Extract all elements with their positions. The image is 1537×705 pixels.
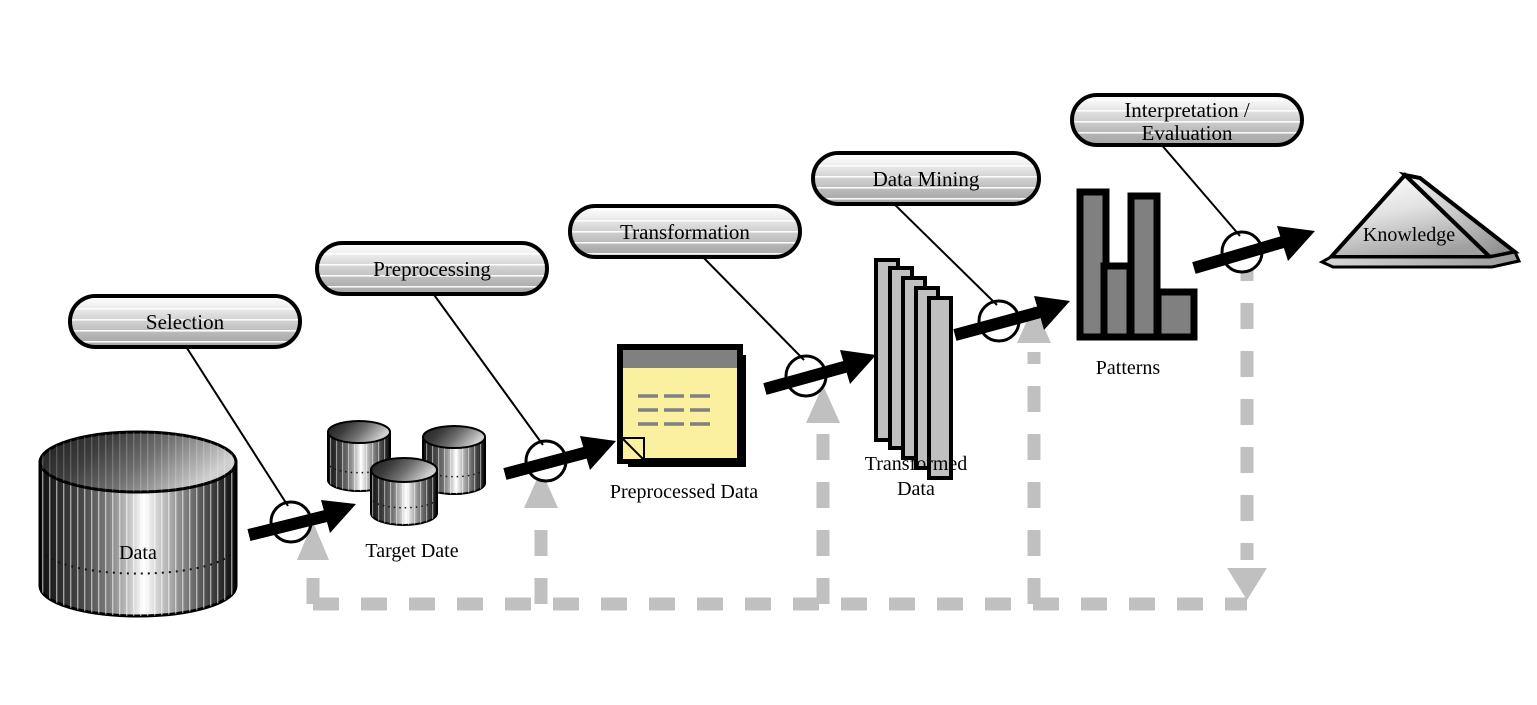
data-cylinder-label: Data (119, 542, 157, 564)
stage-capsule-interpretation[interactable]: Interpretation / Evaluation (1070, 93, 1304, 147)
transformed-data-stack: Transformed Data (865, 258, 968, 500)
kdd-process-diagram: Data Target Date Preprocessed Data Trans… (0, 0, 1537, 705)
data-cylinder-top-stripes (40, 432, 236, 492)
patterns-bar-4 (1154, 288, 1198, 341)
knowledge-label: Knowledge (1363, 224, 1455, 246)
target-cylinder-left-top (327, 420, 391, 444)
stage-label-selection: Selection (146, 310, 225, 334)
patterns-bar-2 (1100, 262, 1134, 341)
transformed-data-label-line2: Data (897, 478, 935, 500)
transformed-sheet-5 (927, 296, 953, 480)
patterns-label: Patterns (1096, 357, 1161, 379)
stage-capsule-selection[interactable]: Selection (68, 294, 302, 349)
preprocessed-data-label: Preprocessed Data (610, 481, 758, 503)
target-cylinder-front-top (370, 457, 438, 483)
stage-label-datamining: Data Mining (873, 167, 980, 191)
stage-label-transformation: Transformation (620, 220, 750, 244)
target-cylinder-front (370, 457, 438, 526)
target-cylinder-right-top (422, 425, 486, 449)
stage-capsule-datamining[interactable]: Data Mining (811, 151, 1041, 206)
document-header-bar (623, 350, 737, 368)
target-date-label: Target Date (365, 540, 458, 562)
stage-label-interpretation-line2: Evaluation (1142, 121, 1233, 145)
document-folded-corner (621, 437, 645, 461)
stage-capsule-preprocessing[interactable]: Preprocessing (315, 241, 549, 296)
stage-label-interpretation-line1: Interpretation / (1124, 98, 1250, 122)
patterns-bar-3 (1127, 192, 1161, 341)
data-cylinder: Data (38, 430, 238, 618)
stage-label-preprocessing: Preprocessing (373, 257, 491, 281)
stage-capsule-transformation[interactable]: Transformation (568, 204, 802, 259)
kdd-diagram-canvas: Data Target Date Preprocessed Data Trans… (0, 0, 1537, 705)
transformed-data-label-line1: Transformed (865, 453, 968, 475)
